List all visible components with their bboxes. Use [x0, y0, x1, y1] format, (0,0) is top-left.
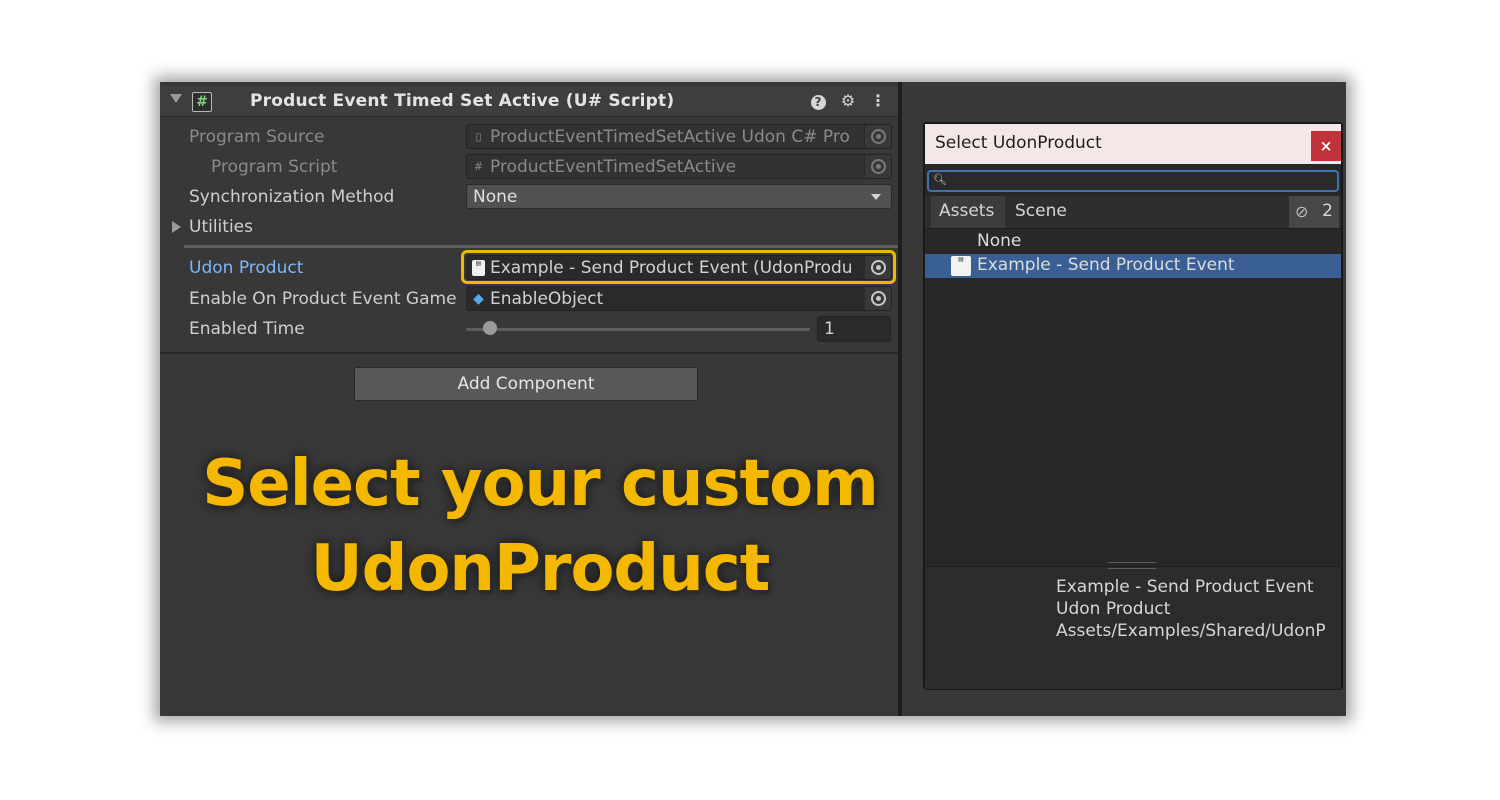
script-icon: #: [192, 92, 212, 112]
gameobject-cube-icon: ◆: [473, 291, 484, 307]
enabled-time-label: Enabled Time: [189, 319, 305, 339]
udon-asset-icon: ▯: [475, 130, 482, 143]
preview-path: Assets/Examples/Shared/UdonP: [1056, 621, 1326, 641]
list-item-example[interactable]: ▤ Example - Send Product Event: [925, 254, 1341, 278]
more-options-icon[interactable]: ⋮: [868, 91, 888, 111]
chevron-down-icon: [871, 194, 881, 200]
preview-name: Example - Send Product Event: [1056, 577, 1314, 597]
presets-icon[interactable]: ⚙: [838, 91, 858, 111]
enabled-time-slider[interactable]: [466, 328, 810, 331]
tab-assets[interactable]: Assets: [931, 196, 1005, 228]
sync-method-dropdown[interactable]: None: [466, 184, 892, 209]
add-component-button[interactable]: Add Component: [354, 367, 698, 401]
hidden-count-value: 2: [1322, 201, 1333, 221]
row-sync-method: Synchronization Method None: [160, 183, 898, 211]
slider-thumb[interactable]: [483, 321, 498, 335]
search-field[interactable]: 🔍︎: [927, 170, 1339, 192]
section-divider: [184, 245, 898, 248]
object-picker-icon[interactable]: [864, 287, 891, 310]
inspector-panel: # Product Event Timed Set Active (U# Scr…: [160, 82, 898, 716]
tab-scene[interactable]: Scene: [1007, 196, 1083, 228]
list-item-label: None: [977, 231, 1022, 251]
sync-method-value: None: [473, 187, 518, 207]
row-enable-object: Enable On Product Event Game ◆ EnableObj…: [160, 285, 898, 313]
sync-method-label: Synchronization Method: [189, 187, 395, 207]
help-icon[interactable]: ?: [808, 91, 828, 111]
panel-divider[interactable]: [898, 82, 902, 716]
hidden-items-toggle[interactable]: ⊘ 2: [1289, 196, 1339, 228]
dialog-title-bar[interactable]: Select UdonProduct ×: [925, 124, 1341, 164]
program-source-label: Program Source: [189, 127, 325, 147]
program-script-label: Program Script: [211, 157, 338, 177]
object-picker-icon: [864, 125, 891, 148]
script-file-icon: #: [473, 160, 484, 173]
enable-object-value: EnableObject: [490, 289, 604, 309]
object-picker-icon: [864, 155, 891, 178]
preview-type: Udon Product: [1056, 599, 1171, 619]
enable-object-field[interactable]: ◆ EnableObject: [466, 286, 892, 311]
editor-window: # Product Event Timed Set Active (U# Scr…: [160, 82, 1346, 716]
enabled-time-input[interactable]: 1: [817, 316, 891, 342]
program-source-value: ProductEventTimedSetActive Udon C# Pro: [490, 127, 850, 147]
component-header[interactable]: # Product Event Timed Set Active (U# Scr…: [160, 86, 898, 117]
component-end-divider: [160, 352, 898, 354]
udon-product-label: Udon Product: [189, 258, 304, 278]
utilities-label: Utilities: [189, 217, 253, 237]
dialog-title: Select UdonProduct: [935, 133, 1102, 153]
foldout-arrow-icon[interactable]: [170, 94, 182, 103]
component-title: Product Event Timed Set Active (U# Scrip…: [250, 91, 675, 111]
list-item-none[interactable]: None: [925, 230, 1341, 254]
overlay-caption-line2: UdonProduct: [310, 532, 771, 606]
udon-product-icon: ▤: [951, 256, 971, 276]
row-program-source: Program Source ▯ ProductEventTimedSetAct…: [160, 123, 898, 151]
preview-panel: Example - Send Product Event Udon Produc…: [925, 562, 1341, 689]
chevron-right-icon[interactable]: [172, 221, 181, 233]
program-script-field: # ProductEventTimedSetActive: [466, 154, 892, 179]
program-source-field: ▯ ProductEventTimedSetActive Udon C# Pro: [466, 124, 892, 149]
object-selector-dialog: Select UdonProduct × 🔍︎ Assets Scene ⊘ 2…: [923, 122, 1343, 690]
program-script-value: ProductEventTimedSetActive: [490, 157, 737, 177]
enable-object-label: Enable On Product Event Game: [189, 289, 457, 309]
eye-slash-icon: ⊘: [1295, 202, 1309, 221]
resize-grip-icon[interactable]: [1108, 562, 1156, 569]
search-icon: 🔍︎: [933, 173, 947, 186]
close-button[interactable]: ×: [1311, 131, 1341, 161]
utilities-foldout[interactable]: Utilities: [160, 213, 898, 241]
overlay-caption-line1: Select your custom: [202, 447, 879, 521]
row-enabled-time: Enabled Time 1: [160, 315, 898, 343]
enabled-time-value: 1: [824, 319, 835, 339]
search-input[interactable]: [949, 172, 1333, 192]
row-program-script: Program Script # ProductEventTimedSetAct…: [160, 153, 898, 181]
list-item-label: Example - Send Product Event: [977, 255, 1235, 275]
highlight-outline: [461, 250, 896, 284]
dialog-tabs: Assets Scene ⊘ 2: [925, 196, 1341, 229]
